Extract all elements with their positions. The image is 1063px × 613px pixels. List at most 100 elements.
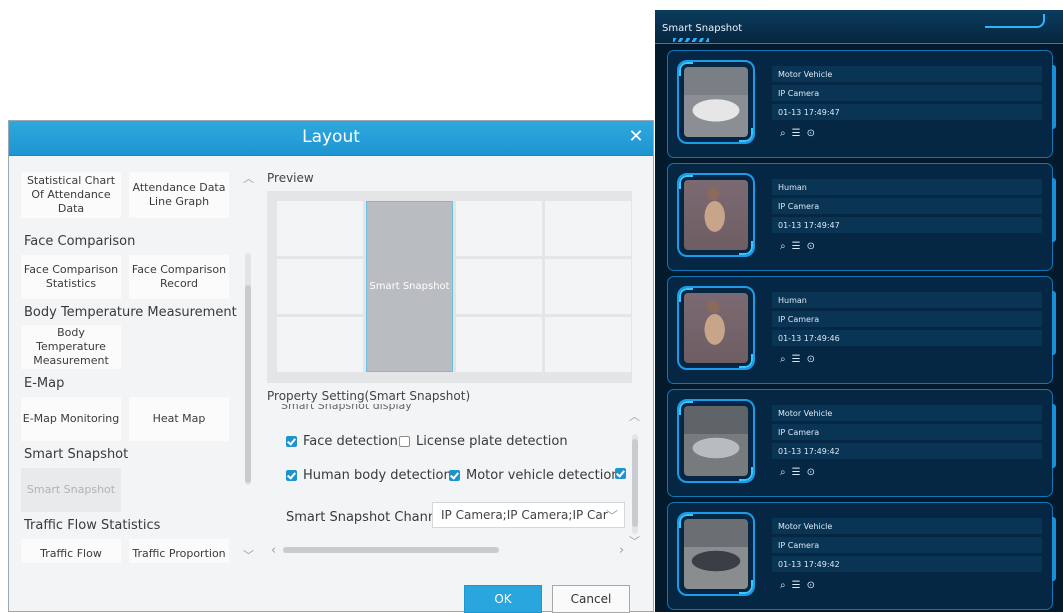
- corner-decoration: [739, 467, 753, 481]
- scroll-up-icon[interactable]: ︿: [243, 170, 254, 186]
- snapshot-thumbnail[interactable]: [677, 399, 755, 483]
- property-scroll-up-icon[interactable]: ︿: [629, 408, 640, 424]
- snapshot-type: Motor Vehicle: [772, 66, 1042, 82]
- search-icon[interactable]: ⌕: [780, 580, 786, 591]
- snapshot-type: Human: [772, 179, 1042, 195]
- search-icon[interactable]: ⌕: [780, 354, 786, 365]
- list-icon[interactable]: ☰: [792, 354, 801, 365]
- checkbox-checked-icon[interactable]: [449, 470, 460, 481]
- snapshot-card[interactable]: Human IP Camera 01-13 17:49:47 ⌕ ☰ ⊙: [667, 163, 1056, 271]
- property-scroll-down-icon[interactable]: ﹀: [629, 533, 640, 549]
- preview-cell[interactable]: [456, 317, 542, 372]
- snapshot-actions: ⌕ ☰ ⊙: [780, 241, 815, 252]
- snapshot-actions: ⌕ ☰ ⊙: [780, 354, 815, 365]
- snapshot-title: Smart Snapshot: [662, 23, 743, 34]
- search-icon[interactable]: ⌕: [780, 128, 786, 139]
- tile-attendance-line-graph[interactable]: Attendance Data Line Graph: [129, 172, 229, 218]
- preview-cell-smart-snapshot[interactable]: Smart Snapshot: [366, 201, 453, 372]
- preview-cell[interactable]: [545, 201, 631, 256]
- scroll-left-icon[interactable]: ‹: [271, 543, 276, 558]
- preview-cell[interactable]: [456, 201, 542, 256]
- property-clipped-heading: Smart Snapshot display: [271, 404, 621, 416]
- category-face-comparison: Face Comparison: [24, 234, 136, 249]
- snapshot-source: IP Camera: [772, 537, 1042, 553]
- play-icon[interactable]: ⊙: [807, 467, 815, 478]
- checkbox-checked-icon[interactable]: [615, 468, 626, 479]
- snapshot-card[interactable]: Human IP Camera 01-13 17:49:46 ⌕ ☰ ⊙: [667, 276, 1056, 384]
- human-body-detection-checkbox[interactable]: Human body detection: [286, 468, 452, 483]
- snapshot-thumbnail[interactable]: [677, 60, 755, 144]
- module-scrollbar-thumb[interactable]: [245, 285, 251, 483]
- snapshot-type: Motor Vehicle: [772, 518, 1042, 534]
- preview-cell[interactable]: [277, 317, 363, 372]
- snapshot-time: 01-13 17:49:42: [772, 443, 1042, 459]
- play-icon[interactable]: ⊙: [807, 580, 815, 591]
- snapshot-card[interactable]: Motor Vehicle IP Camera 01-13 17:49:47 ⌕ ☰ ⊙: [667, 50, 1056, 158]
- preview-cell[interactable]: [277, 201, 363, 256]
- checkbox-unchecked-icon[interactable]: [399, 436, 410, 447]
- preview-cell[interactable]: [277, 259, 363, 314]
- tile-smart-snapshot[interactable]: Smart Snapshot: [21, 468, 121, 512]
- snapshot-card[interactable]: Motor Vehicle IP Camera 01-13 17:49:42 ⌕ ☰ ⊙: [667, 502, 1056, 610]
- motor-vehicle-detection-checkbox[interactable]: Motor vehicle detection: [449, 468, 620, 483]
- scroll-right-icon[interactable]: ›: [619, 543, 624, 558]
- license-plate-detection-checkbox[interactable]: License plate detection: [399, 434, 568, 449]
- category-smart-snapshot: Smart Snapshot: [24, 447, 129, 462]
- card-edge-decoration: [1052, 404, 1056, 468]
- preview-cell[interactable]: [545, 259, 631, 314]
- scroll-down-icon[interactable]: ﹀: [243, 547, 254, 563]
- snapshot-actions: ⌕ ☰ ⊙: [780, 467, 815, 478]
- corner-decoration: [739, 128, 753, 142]
- tile-traffic-proportion[interactable]: Traffic Proportion: [129, 539, 229, 563]
- preview-cell[interactable]: [456, 259, 542, 314]
- tile-face-comparison-record[interactable]: Face Comparison Record: [129, 255, 229, 299]
- snapshot-channel-select[interactable]: IP Camera;IP Camera;IP Car ﹀: [432, 502, 625, 528]
- snapshot-time: 01-13 17:49:42: [772, 556, 1042, 572]
- play-icon[interactable]: ⊙: [807, 128, 815, 139]
- list-icon[interactable]: ☰: [792, 467, 801, 478]
- property-hscrollbar-thumb[interactable]: [283, 547, 499, 553]
- layout-dialog: Layout ✕ Statistical Chart Of Attendance…: [8, 120, 654, 613]
- checkbox-checked-icon[interactable]: [286, 470, 297, 481]
- preview-cell[interactable]: [545, 317, 631, 372]
- corner-decoration: [679, 514, 693, 528]
- tile-traffic-flow[interactable]: Traffic Flow: [21, 539, 121, 563]
- ok-button[interactable]: OK: [464, 585, 542, 613]
- cancel-button[interactable]: Cancel: [552, 585, 630, 613]
- snapshot-image: [684, 180, 748, 250]
- smart-snapshot-panel: Smart Snapshot Motor Vehicle IP Camera 01-…: [655, 10, 1063, 612]
- snapshot-thumbnail[interactable]: [677, 512, 755, 596]
- card-edge-decoration: [1052, 291, 1056, 355]
- tile-heat-map[interactable]: Heat Map: [129, 397, 229, 441]
- snapshot-type: Motor Vehicle: [772, 405, 1042, 421]
- search-icon[interactable]: ⌕: [780, 467, 786, 478]
- module-list: Statistical Chart Of Attendance Data Att…: [9, 157, 271, 563]
- tile-body-temperature[interactable]: Body Temperature Measurement: [21, 325, 121, 369]
- face-detection-checkbox[interactable]: Face detection: [286, 434, 398, 449]
- smart-snapshot-display-label: Smart Snapshot display: [281, 404, 412, 412]
- dialog-title: Layout: [302, 127, 360, 147]
- motor-vehicle-detection-label: Motor vehicle detection: [466, 468, 620, 483]
- tile-face-comparison-statistics[interactable]: Face Comparison Statistics: [21, 255, 121, 299]
- checkbox-checked-icon[interactable]: [286, 436, 297, 447]
- property-scrollbar-thumb[interactable]: [632, 439, 638, 527]
- chevron-down-icon: ﹀: [605, 509, 618, 523]
- snapshot-source: IP Camera: [772, 85, 1042, 101]
- search-icon[interactable]: ⌕: [780, 241, 786, 252]
- license-plate-detection-label: License plate detection: [416, 434, 568, 449]
- snapshot-time: 01-13 17:49:47: [772, 217, 1042, 233]
- close-icon[interactable]: ✕: [625, 126, 647, 148]
- list-icon[interactable]: ☰: [792, 580, 801, 591]
- snapshot-thumbnail[interactable]: [677, 173, 755, 257]
- snapshot-actions: ⌕ ☰ ⊙: [780, 580, 815, 591]
- snapshot-card[interactable]: Motor Vehicle IP Camera 01-13 17:49:42 ⌕ ☰ ⊙: [667, 389, 1056, 497]
- tile-emap-monitoring[interactable]: E-Map Monitoring: [21, 397, 121, 441]
- play-icon[interactable]: ⊙: [807, 241, 815, 252]
- play-icon[interactable]: ⊙: [807, 354, 815, 365]
- list-icon[interactable]: ☰: [792, 241, 801, 252]
- face-detection-label: Face detection: [303, 434, 398, 449]
- snapshot-thumbnail[interactable]: [677, 286, 755, 370]
- extra-detection-checkbox[interactable]: [615, 468, 632, 479]
- list-icon[interactable]: ☰: [792, 128, 801, 139]
- tile-statistical-chart[interactable]: Statistical Chart Of Attendance Data: [21, 172, 121, 218]
